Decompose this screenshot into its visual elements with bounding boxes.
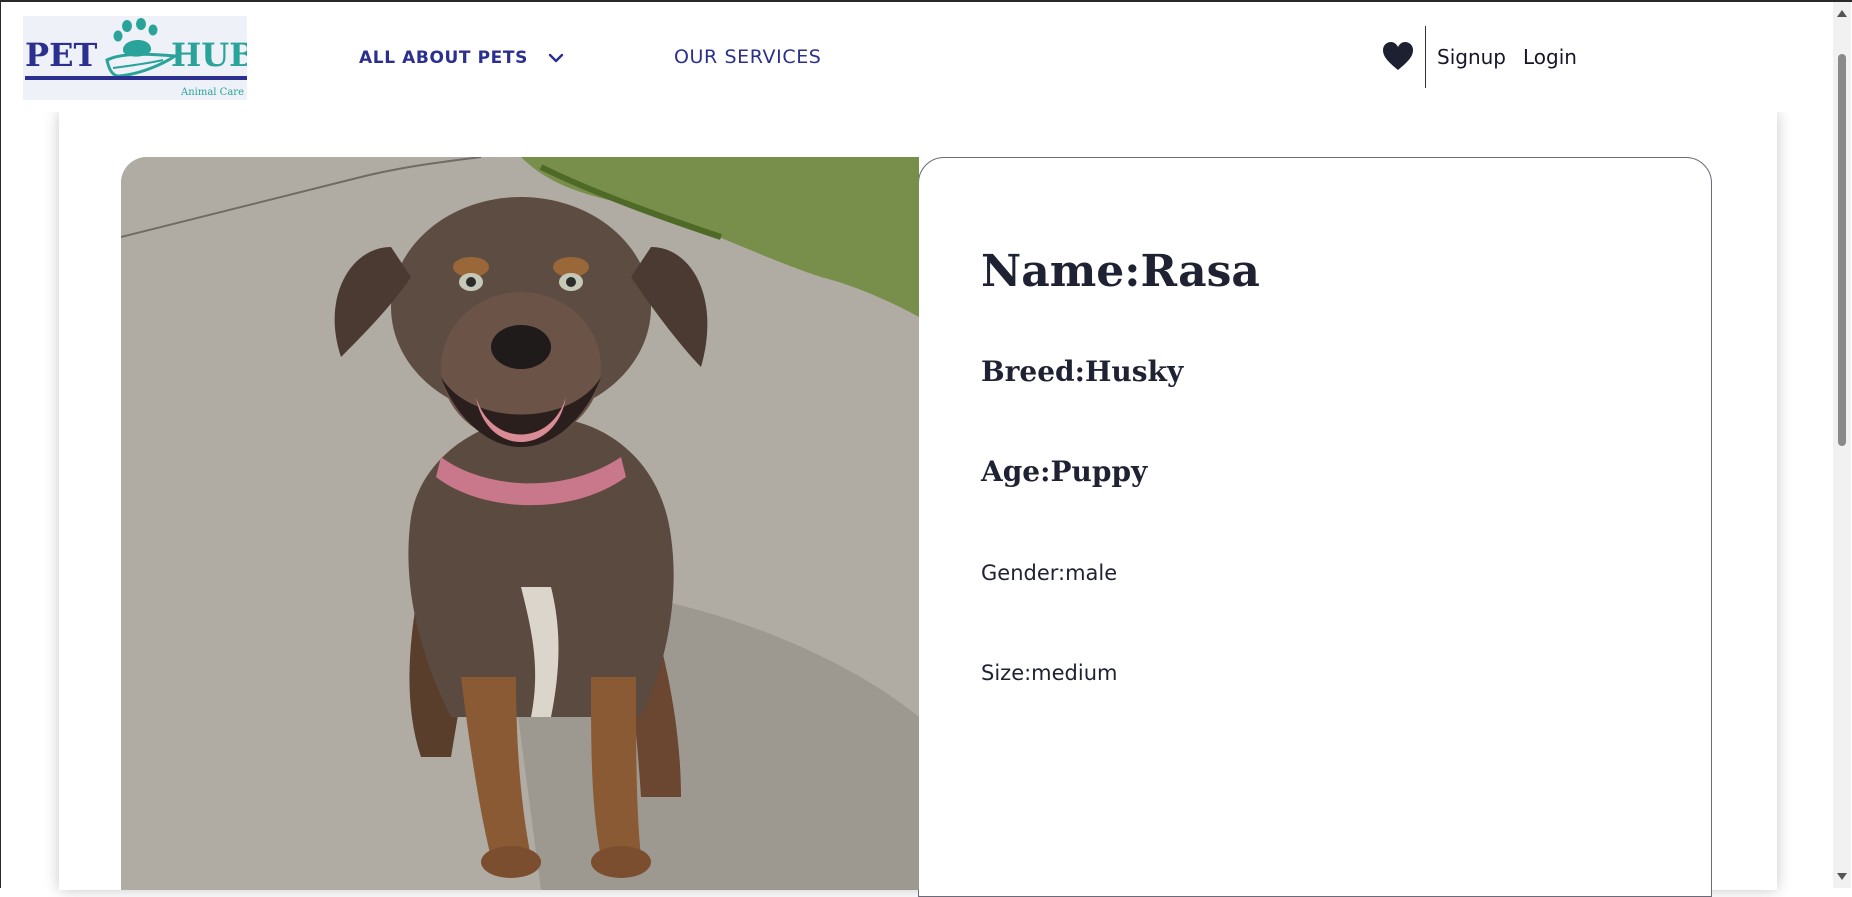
nav-all-about-pets-label: ALL ABOUT PETS — [359, 48, 528, 68]
pet-gender: Gender:male — [981, 561, 1118, 585]
heart-icon[interactable] — [1381, 40, 1415, 74]
nav-all-about-pets[interactable]: ALL ABOUT PETS — [359, 48, 564, 68]
brand-tagline: Animal Care — [180, 87, 244, 98]
signup-link[interactable]: Signup — [1437, 45, 1506, 69]
paw-hand-icon: PET HUB Animal Care — [25, 18, 247, 98]
brand-name-right: HUB — [171, 36, 247, 74]
nav-our-services[interactable]: OUR SERVICES — [674, 46, 821, 68]
pet-info-panel: Name:Rasa Breed:Husky Age:Puppy Gender:m… — [918, 157, 1712, 897]
pet-photo — [121, 157, 919, 890]
page-scrollbar[interactable] — [1833, 2, 1851, 888]
pet-size: Size:medium — [981, 661, 1118, 685]
scroll-up-arrow-icon[interactable] — [1837, 10, 1847, 17]
scroll-thumb[interactable] — [1838, 54, 1846, 446]
pet-name: Name:Rasa — [981, 246, 1260, 297]
pet-age: Age:Puppy — [981, 455, 1148, 488]
pethub-logo[interactable]: PET HUB Animal Care — [23, 16, 247, 100]
pet-breed: Breed:Husky — [981, 355, 1184, 388]
login-link[interactable]: Login — [1523, 45, 1577, 69]
header-divider — [1425, 26, 1426, 88]
site-header: PET HUB Animal Care ALL ABOUT PETS OUR S… — [1, 2, 1833, 112]
scroll-down-arrow-icon[interactable] — [1837, 873, 1847, 880]
brand-name-left: PET — [25, 36, 97, 74]
chevron-down-icon — [548, 48, 564, 68]
